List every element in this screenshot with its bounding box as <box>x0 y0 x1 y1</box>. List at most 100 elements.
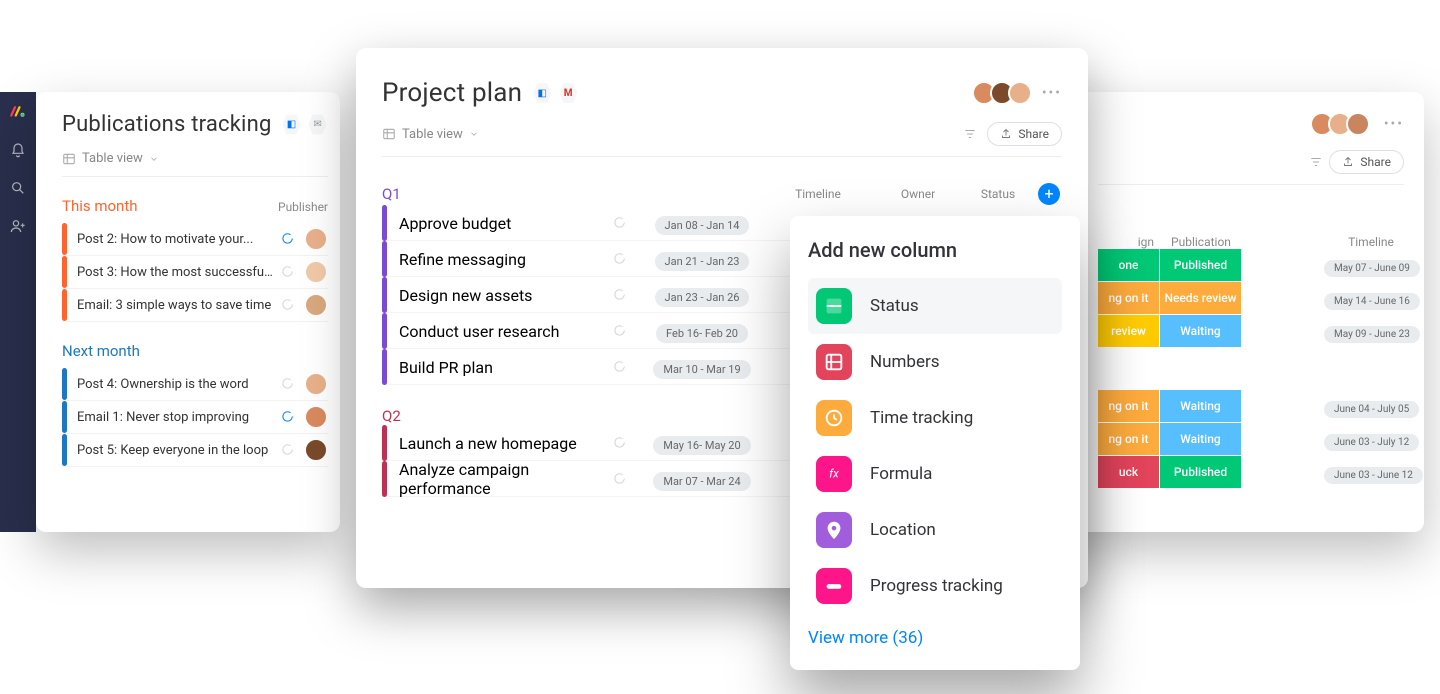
status-icon <box>816 288 852 324</box>
group-title[interactable]: This month <box>62 197 137 215</box>
share-button[interactable]: Share <box>987 122 1062 146</box>
status-cell[interactable]: ng on it <box>1098 390 1159 423</box>
chat-icon[interactable] <box>612 436 626 450</box>
view-selector[interactable]: Table view Share <box>382 122 1062 157</box>
avatar[interactable] <box>304 260 328 284</box>
timeline-pill[interactable]: May 07 - June 09 <box>1324 260 1420 277</box>
column-option-location[interactable]: Location <box>808 502 1062 558</box>
status-cell[interactable]: review <box>1098 315 1159 348</box>
col-head-design: ign <box>1098 235 1160 249</box>
group-title[interactable]: Next month <box>62 342 140 360</box>
avatar[interactable] <box>1008 81 1032 105</box>
timeline-pill[interactable]: June 04 - July 05 <box>1324 401 1419 418</box>
chevron-down-icon <box>469 129 479 139</box>
status-cell[interactable]: one <box>1098 249 1159 282</box>
chat-icon[interactable] <box>280 410 294 424</box>
timeline-pill[interactable]: Mar 07 - Mar 24 <box>653 472 750 491</box>
chat-icon[interactable] <box>280 377 294 391</box>
integration-icon[interactable]: ◧ <box>282 114 302 136</box>
add-column-button[interactable]: + <box>1038 183 1060 205</box>
search-icon[interactable] <box>10 180 26 200</box>
chat-icon[interactable] <box>612 252 626 266</box>
chat-icon[interactable] <box>280 298 294 312</box>
status-cell[interactable]: uck <box>1098 456 1159 489</box>
logo-icon[interactable] <box>9 102 27 124</box>
filter-icon[interactable] <box>963 127 977 141</box>
avatar[interactable] <box>304 372 328 396</box>
avatar[interactable] <box>1346 112 1370 136</box>
table-row[interactable]: Post 4: Ownership is the word <box>62 368 328 401</box>
avatar[interactable] <box>304 227 328 251</box>
more-icon[interactable]: ••• <box>1384 116 1404 132</box>
view-more-link[interactable]: View more (36) <box>808 628 923 648</box>
item-name: Email: 3 simple ways to save time <box>77 298 274 313</box>
timeline-pill[interactable]: May 09 - June 23 <box>1324 326 1420 343</box>
chat-icon[interactable] <box>612 324 626 338</box>
chat-icon[interactable] <box>280 443 294 457</box>
status-cell[interactable]: Waiting <box>1160 390 1241 423</box>
bell-icon[interactable] <box>10 142 26 162</box>
status-cell[interactable]: Published <box>1160 456 1241 489</box>
share-button[interactable]: Share <box>1329 150 1404 174</box>
table-row[interactable]: Email: 3 simple ways to save time <box>62 289 328 322</box>
column-option-formula[interactable]: fxFormula <box>808 446 1062 502</box>
col-head-status: Status <box>958 187 1038 201</box>
table-row[interactable]: uck Published June 03 - June 12 <box>1098 456 1404 489</box>
column-option-progress-tracking[interactable]: Progress tracking <box>808 558 1062 614</box>
table-row[interactable]: ng on it Needs review May 14 - June 16 <box>1098 282 1404 315</box>
timeline-pill[interactable]: May 16- May 20 <box>653 436 750 455</box>
table-row[interactable]: review Waiting May 09 - June 23 <box>1098 315 1404 348</box>
status-cell[interactable]: Waiting <box>1160 315 1241 348</box>
member-avatars[interactable] <box>978 81 1032 105</box>
status-cell[interactable]: Published <box>1160 249 1241 282</box>
group-title[interactable]: Q2 <box>382 407 758 425</box>
table-row[interactable]: Post 2: How to motivate your... <box>62 223 328 256</box>
avatar[interactable] <box>304 293 328 317</box>
timeline-pill[interactable]: Jan 21 - Jan 23 <box>655 252 750 271</box>
column-option-status[interactable]: Status <box>808 278 1062 334</box>
group-title[interactable]: Q1 <box>382 185 758 203</box>
chat-icon[interactable] <box>612 472 626 486</box>
status-cell[interactable]: Waiting <box>1160 423 1241 456</box>
avatar[interactable] <box>304 405 328 429</box>
column-option-numbers[interactable]: Numbers <box>808 334 1062 390</box>
integration-mail-icon[interactable]: ✉ <box>308 114 328 136</box>
chat-icon[interactable] <box>612 216 626 230</box>
timeline-pill[interactable]: June 03 - July 12 <box>1324 434 1419 451</box>
table-row[interactable]: ng on it Waiting June 04 - July 05 <box>1098 390 1404 423</box>
chat-icon[interactable] <box>280 265 294 279</box>
table-row[interactable]: one Published May 07 - June 09 <box>1098 249 1404 282</box>
more-icon[interactable]: ••• <box>1042 85 1062 101</box>
timeline-pill[interactable]: Jan 23 - Jan 26 <box>655 288 750 307</box>
timeline-pill[interactable]: May 14 - June 16 <box>1324 293 1420 310</box>
svg-text:fx: fx <box>829 467 839 481</box>
chat-icon[interactable] <box>280 232 294 246</box>
status-cell[interactable]: ng on it <box>1098 423 1159 456</box>
filter-icon[interactable] <box>1309 155 1323 169</box>
integration-gmail-icon[interactable]: M <box>558 82 578 104</box>
table-row[interactable]: ng on it Waiting June 03 - July 12 <box>1098 423 1404 456</box>
status-cell[interactable]: ng on it <box>1098 282 1159 315</box>
col-head-timeline: Timeline <box>1324 235 1418 249</box>
table-row[interactable]: Email 1: Never stop improving <box>62 401 328 434</box>
avatar[interactable] <box>304 438 328 462</box>
table-row[interactable]: Post 3: How the most successful... <box>62 256 328 289</box>
board-title: Project plan <box>382 78 522 108</box>
status-cell[interactable]: Needs review <box>1160 282 1241 315</box>
view-selector[interactable]: Table view <box>62 151 328 177</box>
column-option-time-tracking[interactable]: Time tracking <box>808 390 1062 446</box>
timeline-pill[interactable]: June 03 - June 12 <box>1324 467 1423 484</box>
table-row[interactable]: Post 5: Keep everyone in the loop <box>62 434 328 467</box>
chat-icon[interactable] <box>612 288 626 302</box>
chat-icon[interactable] <box>612 360 626 374</box>
item-name: Launch a new homepage <box>399 434 606 453</box>
app-rail <box>0 92 36 532</box>
member-avatars[interactable] <box>1316 112 1370 136</box>
timeline-pill[interactable]: Mar 10 - Mar 19 <box>653 360 750 379</box>
integration-icon[interactable]: ◧ <box>532 82 552 104</box>
chevron-down-icon <box>149 154 159 164</box>
numbers-icon <box>816 344 852 380</box>
user-add-icon[interactable] <box>10 218 26 238</box>
timeline-pill[interactable]: Feb 16- Feb 20 <box>656 324 748 343</box>
timeline-pill[interactable]: Jan 08 - Jan 14 <box>655 216 750 235</box>
